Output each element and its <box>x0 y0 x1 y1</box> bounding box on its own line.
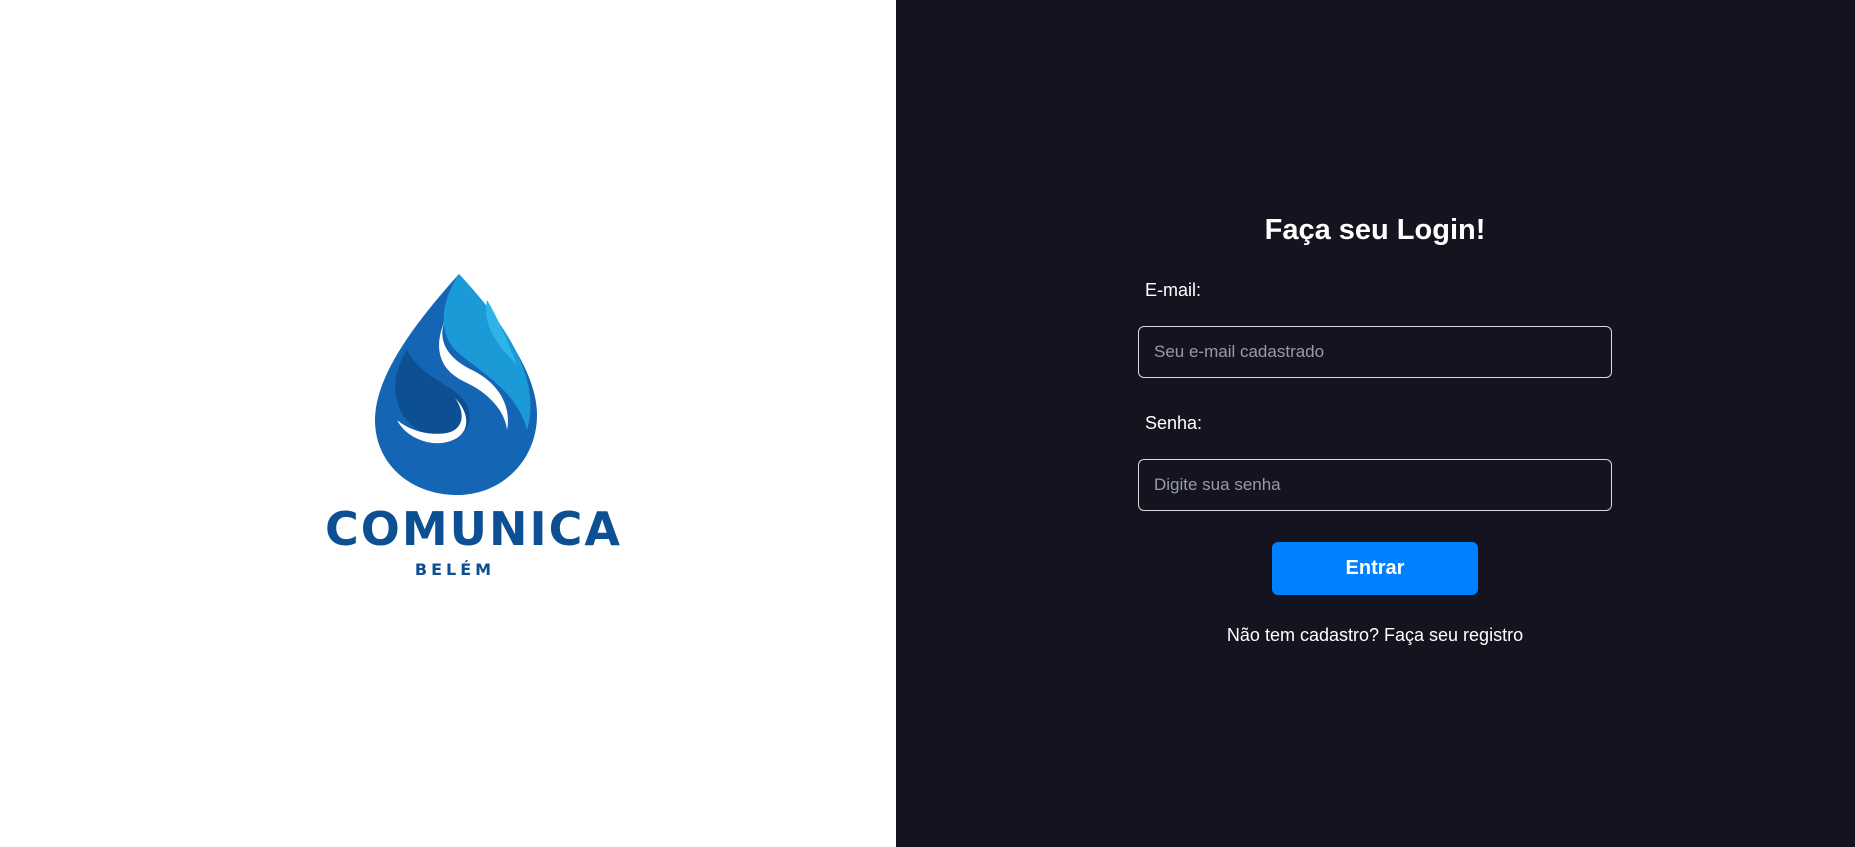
brand-panel: COMUNICA BELÉM <box>0 0 896 847</box>
brand-logo: COMUNICA BELÉM <box>325 270 622 590</box>
email-input[interactable] <box>1138 326 1612 378</box>
water-drop-icon <box>375 274 537 495</box>
login-title: Faça seu Login! <box>1264 214 1486 246</box>
brand-subtitle: BELÉM <box>414 560 496 579</box>
register-prompt: Não tem cadastro? <box>1226 625 1379 645</box>
password-input[interactable] <box>1138 459 1612 511</box>
register-line: Não tem cadastro? Faça seu registro <box>1138 625 1612 646</box>
login-panel: Faça seu Login! E-mail: Senha: Entrar Nã… <box>896 0 1855 847</box>
brand-name: COMUNICA <box>325 502 622 556</box>
email-label: E-mail: <box>1145 280 1202 300</box>
login-button[interactable]: Entrar <box>1272 542 1478 595</box>
login-form: Faça seu Login! E-mail: Senha: Entrar Nã… <box>1138 208 1612 646</box>
password-label: Senha: <box>1145 413 1203 433</box>
login-page: COMUNICA BELÉM Faça seu Login! E-mail: S… <box>0 0 1855 847</box>
register-link[interactable]: Faça seu registro <box>1384 625 1523 645</box>
